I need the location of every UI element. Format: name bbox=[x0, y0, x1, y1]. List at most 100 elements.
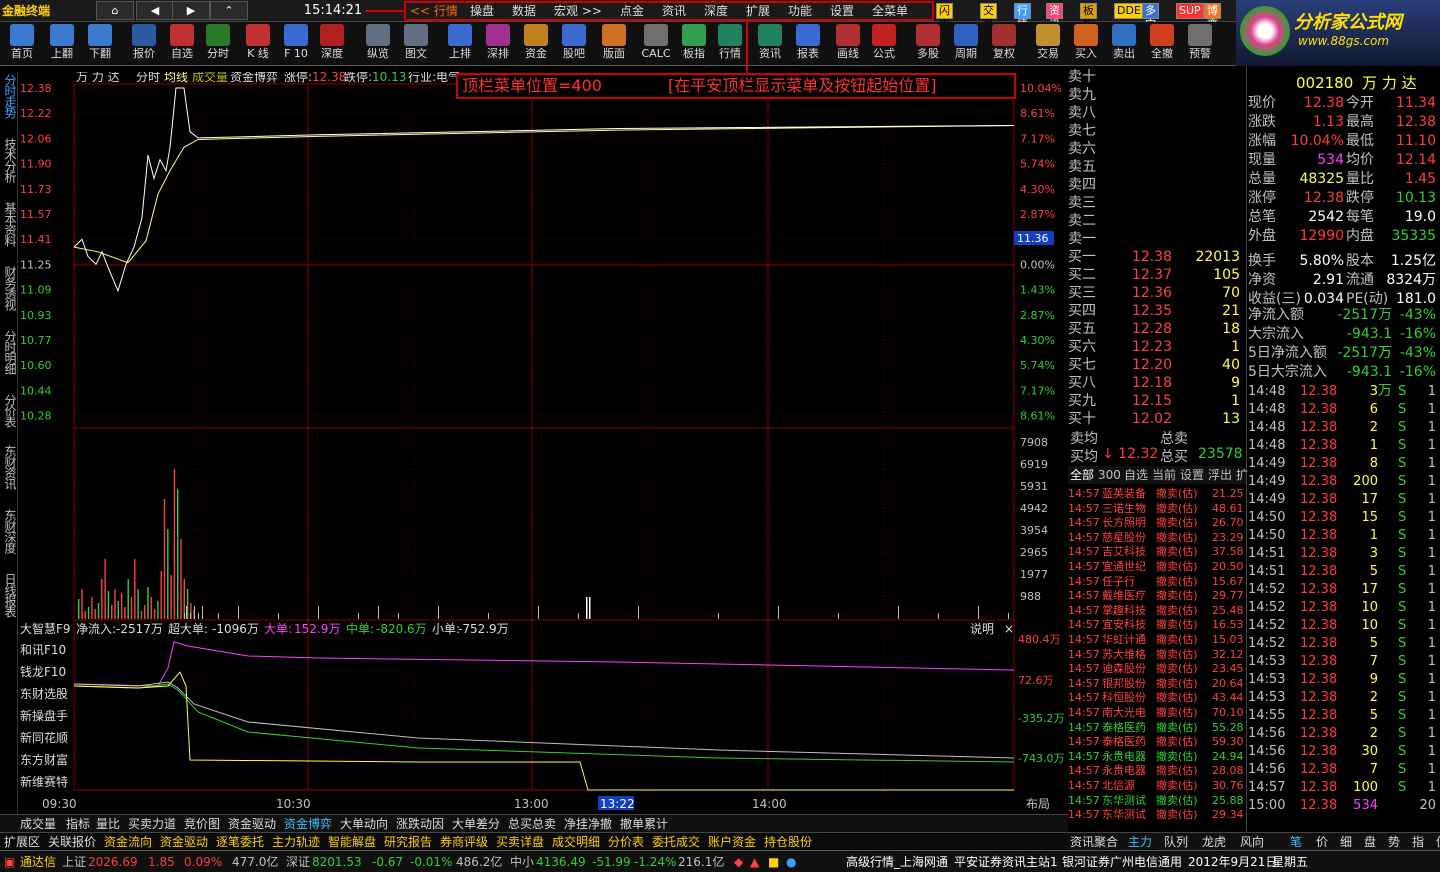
toolbar-button-24[interactable]: 周期 bbox=[948, 24, 984, 64]
forward-icon[interactable]: ▶ bbox=[172, 1, 210, 20]
buy-level[interactable]: 买四 12.35 21 bbox=[1068, 302, 1246, 320]
right-tab[interactable]: 细 bbox=[1340, 834, 1352, 850]
toolbar-button-27[interactable]: 买入 bbox=[1068, 24, 1104, 64]
sell-level[interactable]: 卖四 bbox=[1068, 176, 1246, 194]
toolbar-button-4[interactable]: 自选 bbox=[164, 24, 200, 64]
right-tab[interactable]: 价 bbox=[1316, 834, 1328, 850]
sidebar-tab-5[interactable]: 分价表 bbox=[2, 394, 17, 427]
right-tab[interactable]: 队列 bbox=[1164, 834, 1188, 850]
menu-item-settings[interactable]: 设置 bbox=[830, 3, 854, 19]
toolbar-button-6[interactable]: K 线 bbox=[240, 24, 276, 64]
toolbar-button-16[interactable]: CALC bbox=[638, 24, 674, 64]
sidebar-tab-6[interactable]: 东财资讯 bbox=[2, 445, 17, 489]
fund-side-link[interactable]: 新操盘手 bbox=[20, 708, 68, 723]
menu-item-quote[interactable]: << 行情 bbox=[410, 3, 458, 19]
toolbar-button-26[interactable]: 交易 bbox=[1030, 24, 1066, 64]
right-tab[interactable]: 笔 bbox=[1290, 834, 1302, 850]
extension-tab[interactable]: 研究报告 bbox=[384, 834, 432, 850]
sidebar-tab-4[interactable]: 分时明细 bbox=[2, 330, 17, 374]
badge-trade[interactable]: 交易 bbox=[980, 3, 997, 31]
menu-item-extend[interactable]: 扩展 bbox=[746, 3, 770, 19]
time-tick[interactable]: 布局 bbox=[1026, 797, 1050, 811]
deal-row[interactable]: 14:57 东华测试 撤卖(估) 25.88 bbox=[1068, 793, 1246, 808]
toolbar-button-1[interactable]: 上翻 bbox=[44, 24, 80, 64]
deal-tab[interactable]: 全部 bbox=[1070, 466, 1094, 484]
indicator-tab[interactable]: 撤单累计 bbox=[620, 816, 668, 832]
extension-tab[interactable]: 智能解盘 bbox=[328, 834, 376, 850]
network-icon[interactable]: ● bbox=[786, 852, 796, 872]
deal-row[interactable]: 14:57 长方照明 撤卖(估) 26.70 bbox=[1068, 515, 1246, 530]
deal-tab[interactable]: 自选 bbox=[1124, 466, 1148, 484]
toolbar-button-8[interactable]: 深度 bbox=[314, 24, 350, 64]
right-tab[interactable]: 盘 bbox=[1364, 834, 1376, 850]
sell-level[interactable]: 卖一 bbox=[1068, 230, 1246, 248]
right-tab[interactable]: 资讯聚合 bbox=[1070, 834, 1118, 850]
badge-longshort[interactable]: 多空 bbox=[1142, 3, 1159, 31]
menu-item-news[interactable]: 资讯 bbox=[662, 3, 686, 19]
right-tab[interactable]: 龙虎 bbox=[1202, 834, 1226, 850]
deal-row[interactable]: 14:57 三诺生物 撤卖(估) 48.61 bbox=[1068, 501, 1246, 516]
sell-level[interactable]: 卖八 bbox=[1068, 104, 1246, 122]
buy-level[interactable]: 买九 12.15 1 bbox=[1068, 392, 1246, 410]
toolbar-button-28[interactable]: 卖出 bbox=[1106, 24, 1142, 64]
badge-flash[interactable]: 闪电手 bbox=[936, 3, 953, 45]
deal-tab[interactable]: 浮出 bbox=[1208, 466, 1232, 484]
fund-side-link[interactable]: 钱龙F10 bbox=[20, 664, 66, 679]
indicator-tab[interactable]: 买卖力道 bbox=[128, 816, 176, 832]
extension-tab[interactable]: 成交明细 bbox=[552, 834, 600, 850]
fund-side-link[interactable]: 东方财富 bbox=[20, 752, 68, 767]
sell-level[interactable]: 卖二 bbox=[1068, 212, 1246, 230]
indicator-tab[interactable]: 成交量 bbox=[20, 816, 56, 832]
chart-tab-avg[interactable]: 均线 bbox=[164, 72, 188, 84]
toolbar-button-17[interactable]: 板指 bbox=[676, 24, 712, 64]
right-tab[interactable]: 值 bbox=[1436, 834, 1440, 850]
deal-row[interactable]: 14:57 掌趣科技 撤卖(估) 25.48 bbox=[1068, 603, 1246, 618]
toolbar-button-29[interactable]: 全撤 bbox=[1144, 24, 1180, 64]
toolbar-button-3[interactable]: 报价 bbox=[126, 24, 162, 64]
fund-close-icon[interactable]: × bbox=[1004, 622, 1014, 636]
fund-side-link[interactable]: 和讯F10 bbox=[20, 643, 66, 657]
deal-tab[interactable]: 设置 bbox=[1180, 466, 1204, 484]
sidebar-tab-3[interactable]: 财务透视 bbox=[2, 266, 17, 310]
menu-item-data[interactable]: 数据 bbox=[512, 3, 536, 19]
extension-tab[interactable]: 分价表 bbox=[608, 834, 644, 850]
toolbar-button-9[interactable]: 纵览 bbox=[360, 24, 396, 64]
sidebar-tab-8[interactable]: 日线报表 bbox=[2, 573, 17, 617]
toolbar-button-25[interactable]: 复权 bbox=[986, 24, 1022, 64]
back-icon[interactable]: ◀ bbox=[136, 1, 174, 20]
extension-tab[interactable]: 资金驱动 bbox=[160, 834, 208, 850]
badge-index[interactable]: 板指 bbox=[1080, 3, 1097, 31]
indicator-tab[interactable]: 净挂净撤 bbox=[564, 816, 612, 832]
toolbar-button-15[interactable]: 版面 bbox=[596, 24, 632, 64]
fund-explain-link[interactable]: 说明 bbox=[970, 621, 994, 636]
extension-tab[interactable]: 持仓股份 bbox=[764, 834, 812, 850]
badge-sup[interactable]: SUP bbox=[1176, 3, 1204, 19]
deal-row[interactable]: 14:57 永贵电器 撤卖(估) 28.08 bbox=[1068, 763, 1246, 778]
chart-tab-fund[interactable]: 资金博弈 bbox=[230, 72, 278, 84]
deal-row[interactable]: 14:57 迪森股份 撤卖(估) 23.45 bbox=[1068, 661, 1246, 676]
toolbar-button-0[interactable]: 首页 bbox=[4, 24, 40, 64]
deal-row[interactable]: 14:57 蓝英装备 撤卖(估) 21.25 bbox=[1068, 486, 1246, 501]
indicator-tab[interactable]: 资金博弈 bbox=[284, 816, 332, 832]
chart-tab-intraday[interactable]: 分时 bbox=[136, 72, 160, 84]
fund-side-link[interactable]: 新维赛特 bbox=[20, 774, 68, 789]
deal-row[interactable]: 14:57 慈星股份 撤卖(估) 23.29 bbox=[1068, 530, 1246, 545]
alert-icon[interactable]: ◆ bbox=[734, 852, 743, 872]
sidebar-tab-7[interactable]: 东财深度 bbox=[2, 509, 17, 553]
buy-level[interactable]: 买七 12.20 40 bbox=[1068, 356, 1246, 374]
deal-row[interactable]: 14:57 华虹计通 撤卖(估) 15.03 bbox=[1068, 632, 1246, 647]
extension-tab[interactable]: 委托成交 bbox=[652, 834, 700, 850]
indicator-tab[interactable]: 指标 bbox=[66, 816, 90, 832]
toolbar-button-19[interactable]: 资讯 bbox=[752, 24, 788, 64]
sidebar-tab-2[interactable]: 基本资料 bbox=[2, 202, 17, 246]
toolbar-button-18[interactable]: 行情 bbox=[712, 24, 748, 64]
toolbar-button-7[interactable]: F 10 bbox=[278, 24, 314, 64]
intraday-chart[interactable]: 12.38 12.22 12.06 11.90 11.73 11.57 11.41 11.25… bbox=[18, 72, 1068, 832]
sell-level[interactable]: 卖十 bbox=[1068, 68, 1246, 86]
indicator-tab[interactable]: 大单动向 bbox=[340, 816, 388, 832]
deal-row[interactable]: 14:57 宜通世纪 撤卖(估) 20.50 bbox=[1068, 559, 1246, 574]
fund-side-link[interactable]: 新同花顺 bbox=[20, 730, 68, 745]
indicator-tab[interactable]: 涨跌动因 bbox=[396, 816, 444, 832]
chart-tab-volume[interactable]: 成交量 bbox=[192, 72, 228, 84]
toolbar-button-22[interactable]: 公式 bbox=[866, 24, 902, 64]
